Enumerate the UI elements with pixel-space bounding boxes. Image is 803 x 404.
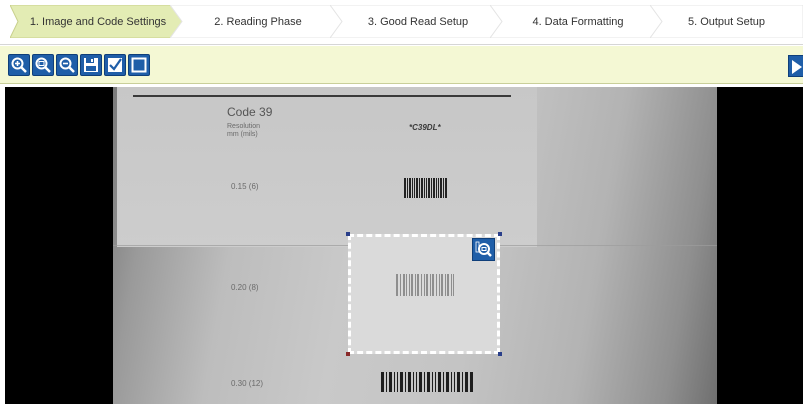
save-image-button[interactable] xyxy=(80,54,102,76)
zoom-in-button[interactable] xyxy=(8,54,30,76)
zoom-in-icon xyxy=(11,57,27,73)
sheet-header-rule xyxy=(133,95,511,97)
step-reading-phase[interactable]: 2. Reading Phase xyxy=(170,5,346,38)
select-window-button[interactable] xyxy=(128,54,150,76)
sheet-title: Code 39 xyxy=(227,105,273,119)
image-toolbar xyxy=(0,46,803,84)
image-viewer[interactable]: Code 39 Resolution mm (mils) *C39DL* 0.1… xyxy=(5,87,803,404)
step-output-setup[interactable]: 5. Output Setup xyxy=(650,5,803,38)
row-label-015: 0.15 (6) xyxy=(231,182,259,191)
step-data-formatting[interactable]: 4. Data Formatting xyxy=(490,5,666,38)
play-button[interactable] xyxy=(788,55,803,77)
select-window-icon xyxy=(131,57,147,73)
roi-zoom-button[interactable] xyxy=(472,238,495,261)
zoom-fit-icon xyxy=(35,57,51,73)
step-label: 1. Image and Code Settings xyxy=(29,15,167,28)
step-image-code-settings[interactable]: 1. Image and Code Settings xyxy=(10,5,186,38)
roi-handle-bottom-left[interactable] xyxy=(346,352,350,356)
step-good-read-setup[interactable]: 3. Good Read Setup xyxy=(330,5,506,38)
roi-handle-top-right[interactable] xyxy=(498,232,502,236)
step-label: 5. Output Setup xyxy=(687,15,766,28)
app-window: 1. Image and Code Settings 2. Reading Ph… xyxy=(0,0,803,404)
zoom-fit-button[interactable] xyxy=(32,54,54,76)
step-label: 4. Data Formatting xyxy=(532,15,624,28)
test-sheet xyxy=(117,87,537,247)
barcode-020 xyxy=(396,274,454,296)
row-label-030: 0.30 (12) xyxy=(231,379,264,388)
zoom-out-button[interactable] xyxy=(56,54,78,76)
save-image-icon xyxy=(84,58,98,72)
step-label: 2. Reading Phase xyxy=(214,15,302,28)
zoom-roi-icon xyxy=(475,241,492,257)
row-label-020: 0.20 (8) xyxy=(231,283,259,292)
resolution-unit-label: mm (mils) xyxy=(227,131,258,138)
accept-button[interactable] xyxy=(104,54,126,76)
barcode-030 xyxy=(381,372,473,392)
wizard-steps: 1. Image and Code Settings 2. Reading Ph… xyxy=(0,0,803,45)
step-label: 3. Good Read Setup xyxy=(367,15,469,28)
zoom-out-icon xyxy=(59,57,75,73)
play-icon xyxy=(792,60,802,74)
resolution-label: Resolution xyxy=(227,123,261,130)
roi-handle-top-left[interactable] xyxy=(346,232,350,236)
checkmark-icon xyxy=(108,58,122,72)
barcode-015 xyxy=(404,178,447,198)
roi-handle-bottom-right[interactable] xyxy=(498,352,502,356)
code-sample-text: *C39DL* xyxy=(409,123,441,132)
